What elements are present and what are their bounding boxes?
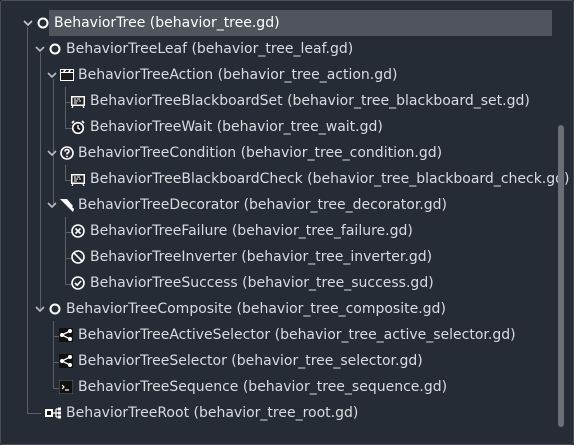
tree-item-behavior-tree-root[interactable]: BehaviorTreeRoot (behavior_tree_root.gd): [1, 400, 561, 426]
tree-item-label: BehaviorTreeSelector (behavior_tree_sele…: [78, 353, 423, 369]
tree-item-label: BehaviorTreeDecorator (behavior_tree_dec…: [78, 197, 447, 213]
tree-item-behavior-tree-blackboard-set[interactable]: BehaviorTreeBlackboardSet (behavior_tree…: [1, 88, 561, 114]
tree-item-behavior-tree-inverter[interactable]: BehaviorTreeInverter (behavior_tree_inve…: [1, 244, 561, 270]
tree-item-label: BehaviorTreeCondition (behavior_tree_con…: [78, 145, 443, 161]
tree-item-behavior-tree-active-selector[interactable]: BehaviorTreeActiveSelector (behavior_tre…: [1, 322, 561, 348]
blackboard-icon: [71, 94, 85, 109]
terminal-icon: [58, 379, 74, 395]
chevron-down-icon[interactable]: [46, 147, 58, 159]
question-icon: [60, 146, 74, 160]
tree-item-label: BehaviorTreeBlackboardSet (behavior_tree…: [90, 93, 530, 109]
tree-item-behavior-tree-decorator[interactable]: BehaviorTreeDecorator (behavior_tree_dec…: [1, 192, 561, 218]
tree-item-label: BehaviorTreeSuccess (behavior_tree_succe…: [90, 275, 434, 291]
alarm-clock-icon: [71, 120, 85, 135]
no-sign-icon: [71, 250, 85, 264]
tree-item-behavior-tree-failure[interactable]: BehaviorTreeFailure (behavior_tree_failu…: [1, 218, 561, 244]
tree-item-behavior-tree-composite[interactable]: BehaviorTreeComposite (behavior_tree_com…: [1, 296, 561, 322]
tree-item-behavior-tree[interactable]: BehaviorTree (behavior_tree.gd): [1, 10, 561, 36]
tree-item-label: BehaviorTreeInverter (behavior_tree_inve…: [90, 249, 433, 265]
tree-item-label: BehaviorTreeComposite (behavior_tree_com…: [66, 301, 446, 317]
tree-item-label: BehaviorTreeSequence (behavior_tree_sequ…: [78, 379, 448, 395]
x-circle-icon: [71, 224, 85, 238]
blackboard-icon: [71, 172, 85, 187]
circle-icon: [48, 42, 62, 56]
chevron-down-icon[interactable]: [46, 69, 58, 81]
tree-item-label: BehaviorTreeAction (behavior_tree_action…: [78, 67, 398, 83]
tree-item-behavior-tree-condition[interactable]: BehaviorTreeCondition (behavior_tree_con…: [1, 140, 561, 166]
tree-item-behavior-tree-selector[interactable]: BehaviorTreeSelector (behavior_tree_sele…: [1, 348, 561, 374]
check-circle-icon: [71, 276, 85, 290]
chevron-down-icon[interactable]: [46, 199, 58, 211]
clapperboard-icon: [60, 68, 74, 82]
tree-item-behavior-tree-sequence[interactable]: BehaviorTreeSequence (behavior_tree_sequ…: [1, 374, 561, 400]
tree-item-behavior-tree-leaf[interactable]: BehaviorTreeLeaf (behavior_tree_leaf.gd): [1, 36, 561, 62]
circle-icon: [48, 302, 62, 316]
circle-icon: [36, 16, 50, 30]
tree-item-label: BehaviorTreeWait (behavior_tree_wait.gd): [90, 119, 383, 135]
branch-icon: [59, 354, 73, 368]
tree-item-behavior-tree-success[interactable]: BehaviorTreeSuccess (behavior_tree_succe…: [1, 270, 561, 296]
chevron-down-icon[interactable]: [34, 303, 46, 315]
class-tree: BehaviorTree (behavior_tree.gd) Behavior…: [1, 1, 573, 444]
tree-item-behavior-tree-wait[interactable]: BehaviorTreeWait (behavior_tree_wait.gd): [1, 114, 561, 140]
tree-item-label: BehaviorTree (behavior_tree.gd): [54, 15, 280, 31]
root-graph-icon: [45, 406, 63, 420]
paint-brush-icon: [60, 198, 74, 212]
tree-item-label: BehaviorTreeBlackboardCheck (behavior_tr…: [90, 171, 570, 187]
tree-item-label: BehaviorTreeActiveSelector (behavior_tre…: [78, 327, 516, 343]
tree-item-label: BehaviorTreeLeaf (behavior_tree_leaf.gd): [66, 41, 354, 57]
tree-item-behavior-tree-action[interactable]: BehaviorTreeAction (behavior_tree_action…: [1, 62, 561, 88]
tree-item-label: BehaviorTreeRoot (behavior_tree_root.gd): [66, 405, 359, 421]
tree-item-label: BehaviorTreeFailure (behavior_tree_failu…: [90, 223, 413, 239]
chevron-down-icon[interactable]: [34, 43, 46, 55]
vertical-scrollbar[interactable]: [558, 125, 564, 427]
chevron-down-icon[interactable]: [22, 17, 34, 29]
tree-item-behavior-tree-blackboard-check[interactable]: BehaviorTreeBlackboardCheck (behavior_tr…: [1, 166, 570, 192]
branch-icon: [59, 328, 73, 342]
class-tree-panel: BehaviorTree (behavior_tree.gd) Behavior…: [0, 0, 574, 445]
